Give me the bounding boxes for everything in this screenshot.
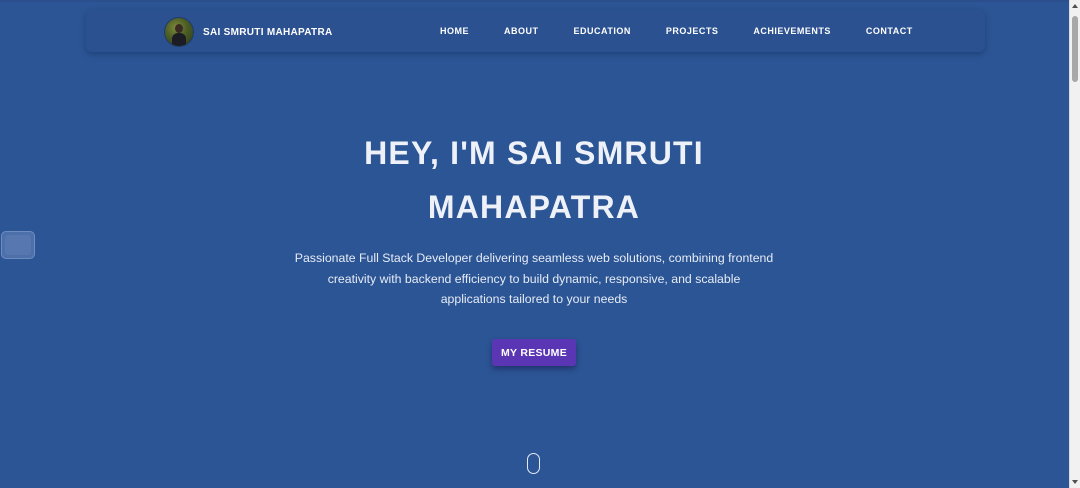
page-scrollbar[interactable]: [1069, 0, 1080, 488]
nav-link-achievements[interactable]: ACHIEVEMENTS: [753, 26, 831, 36]
nav-link-about[interactable]: ABOUT: [504, 26, 539, 36]
floating-widget-icon: [5, 235, 31, 255]
avatar: [164, 17, 194, 47]
nav-link-education[interactable]: EDUCATION: [574, 26, 631, 36]
top-edge: [0, 0, 1069, 2]
hero-title: HEY, I'M SAI SMRUTI MAHAPATRA: [284, 126, 784, 234]
scroll-up-icon[interactable]: [1072, 4, 1078, 8]
side-widget-button[interactable]: [1, 231, 35, 259]
resume-button[interactable]: MY RESUME: [492, 339, 576, 366]
nav-link-projects[interactable]: PROJECTS: [666, 26, 719, 36]
mouse-scroll-icon[interactable]: [527, 453, 540, 474]
hero-description-line2: creativity with backend efficiency to bu…: [327, 271, 741, 286]
hero-description: Passionate Full Stack Developer deliveri…: [284, 248, 784, 310]
portfolio-page: SAI SMRUTI MAHAPATRA HOME ABOUT EDUCATIO…: [0, 0, 1080, 488]
brand-name: SAI SMRUTI MAHAPATRA: [203, 26, 333, 38]
avatar-body: [172, 33, 186, 46]
hero-title-line2: MAHAPATRA: [427, 189, 641, 225]
scroll-down-icon[interactable]: [1072, 480, 1078, 484]
nav-links: HOME ABOUT EDUCATION PROJECTS ACHIEVEMEN…: [440, 10, 913, 52]
avatar-head: [175, 24, 183, 33]
hero-title-line1: HEY, I'M SAI SMRUTI: [364, 135, 704, 171]
scrollbar-thumb[interactable]: [1072, 16, 1078, 82]
hero-description-line3: applications tailored to your needs: [440, 292, 628, 306]
nav-link-home[interactable]: HOME: [440, 26, 469, 36]
navbar: SAI SMRUTI MAHAPATRA HOME ABOUT EDUCATIO…: [86, 10, 985, 52]
hero-description-line1: Passionate Full Stack Developer deliveri…: [294, 251, 774, 265]
nav-link-contact[interactable]: CONTACT: [866, 26, 913, 36]
brand[interactable]: SAI SMRUTI MAHAPATRA: [164, 17, 333, 47]
